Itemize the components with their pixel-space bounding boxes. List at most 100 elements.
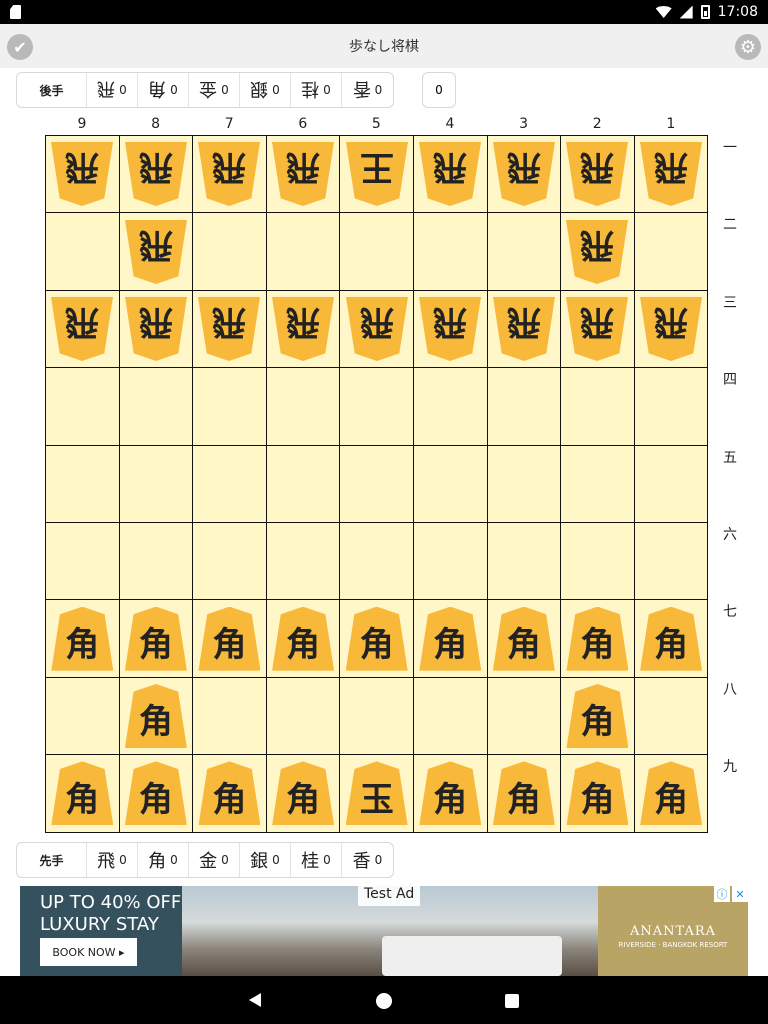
board-square[interactable]: [634, 677, 709, 756]
board-square[interactable]: [487, 523, 562, 601]
board-square[interactable]: 角: [119, 755, 194, 833]
board-square[interactable]: [634, 213, 709, 291]
sente-piece[interactable]: 角: [124, 606, 187, 671]
board-square[interactable]: [46, 445, 120, 523]
sente-piece[interactable]: 角: [345, 606, 408, 671]
gote-piece[interactable]: 飛: [125, 297, 187, 361]
sente-piece[interactable]: 角: [566, 761, 629, 826]
gote-piece[interactable]: 飛: [198, 297, 260, 361]
gear-icon[interactable]: ⚙: [735, 34, 761, 60]
board-square[interactable]: [634, 523, 709, 601]
ad-book-now-button[interactable]: BOOK NOW ▸: [40, 938, 137, 966]
gote-piece[interactable]: 飛: [272, 142, 334, 206]
gote-hand-silver[interactable]: 銀0: [240, 73, 291, 107]
board-square[interactable]: 角: [561, 600, 635, 678]
board-square[interactable]: 角: [46, 600, 120, 678]
sente-piece[interactable]: 玉: [345, 761, 408, 826]
board-square[interactable]: 飛: [266, 136, 341, 214]
board-square[interactable]: 角: [414, 600, 488, 678]
board-square[interactable]: 角: [487, 755, 562, 833]
board-square[interactable]: [487, 445, 562, 523]
board-square[interactable]: [119, 523, 194, 601]
board-square[interactable]: [193, 677, 267, 756]
sente-piece[interactable]: 角: [640, 606, 703, 671]
board-square[interactable]: 飛: [340, 290, 414, 369]
gote-piece[interactable]: 飛: [346, 297, 408, 361]
board-square[interactable]: [634, 368, 709, 446]
board-square[interactable]: [193, 523, 267, 601]
board-square[interactable]: [266, 213, 341, 291]
board-square[interactable]: [266, 445, 341, 523]
board-square[interactable]: 角: [193, 600, 267, 678]
board-square[interactable]: 角: [266, 755, 341, 833]
board-square[interactable]: [561, 445, 635, 523]
board-square[interactable]: [414, 368, 488, 446]
board-square[interactable]: [340, 523, 414, 601]
sente-piece[interactable]: 角: [419, 761, 482, 826]
board-square[interactable]: [193, 445, 267, 523]
gote-piece[interactable]: 飛: [566, 297, 628, 361]
board-square[interactable]: [487, 368, 562, 446]
board-square[interactable]: 飛: [561, 136, 635, 214]
board-square[interactable]: 飛: [119, 136, 194, 214]
board-square[interactable]: 角: [561, 755, 635, 833]
gote-piece[interactable]: 飛: [51, 142, 113, 206]
gote-piece[interactable]: 飛: [125, 220, 187, 284]
sente-piece[interactable]: 角: [566, 606, 629, 671]
board-square[interactable]: [193, 213, 267, 291]
board-square[interactable]: [561, 523, 635, 601]
board-square[interactable]: 飛: [193, 136, 267, 214]
sente-piece[interactable]: 角: [272, 761, 335, 826]
sente-piece[interactable]: 角: [198, 606, 261, 671]
board-square[interactable]: 飛: [119, 290, 194, 369]
board-square[interactable]: [340, 445, 414, 523]
gote-piece[interactable]: 飛: [125, 142, 187, 206]
board-square[interactable]: [193, 368, 267, 446]
board-square[interactable]: 飛: [119, 213, 194, 291]
board-square[interactable]: 飛: [561, 213, 635, 291]
board-square[interactable]: [340, 213, 414, 291]
gote-piece[interactable]: 飛: [640, 297, 702, 361]
gote-piece[interactable]: 飛: [51, 297, 113, 361]
gote-hand-knight[interactable]: 桂0: [291, 73, 342, 107]
board-square[interactable]: [414, 213, 488, 291]
sente-piece[interactable]: 角: [492, 761, 555, 826]
board-square[interactable]: [414, 523, 488, 601]
ad-banner[interactable]: UP TO 40% OFF LUXURY STAY BOOK NOW ▸ Tes…: [20, 886, 748, 976]
board-square[interactable]: [414, 445, 488, 523]
board-square[interactable]: 角: [119, 600, 194, 678]
sente-piece[interactable]: 角: [419, 606, 482, 671]
board-square[interactable]: [119, 368, 194, 446]
board-square[interactable]: [487, 213, 562, 291]
gote-piece[interactable]: 飛: [566, 142, 628, 206]
board-square[interactable]: 角: [414, 755, 488, 833]
board-square[interactable]: 王: [340, 136, 414, 214]
sente-piece[interactable]: 角: [492, 606, 555, 671]
board-square[interactable]: 角: [46, 755, 120, 833]
board-square[interactable]: 飛: [487, 290, 562, 369]
sente-hand-rook[interactable]: 飛0: [87, 843, 138, 877]
gote-piece[interactable]: 飛: [419, 297, 481, 361]
board-square[interactable]: [340, 677, 414, 756]
board-square[interactable]: [266, 368, 341, 446]
gote-piece[interactable]: 飛: [272, 297, 334, 361]
gote-piece[interactable]: 飛: [566, 220, 628, 284]
board-square[interactable]: [46, 523, 120, 601]
sente-hand-gold[interactable]: 金0: [189, 843, 240, 877]
board-square[interactable]: [46, 213, 120, 291]
board-square[interactable]: 飛: [414, 136, 488, 214]
ad-choices[interactable]: ⓘ ✕: [714, 886, 748, 902]
sente-hand-lance[interactable]: 香0: [342, 843, 393, 877]
board-square[interactable]: [46, 677, 120, 756]
board-square[interactable]: 角: [340, 600, 414, 678]
board-square[interactable]: 飛: [561, 290, 635, 369]
sente-piece[interactable]: 角: [51, 606, 114, 671]
sente-hand-bishop[interactable]: 角0: [138, 843, 189, 877]
gote-piece[interactable]: 飛: [493, 297, 555, 361]
gote-piece[interactable]: 飛: [640, 142, 702, 206]
sente-hand-knight[interactable]: 桂0: [291, 843, 342, 877]
board-square[interactable]: [46, 368, 120, 446]
board-square[interactable]: [561, 368, 635, 446]
board-square[interactable]: [634, 445, 709, 523]
board-square[interactable]: 飛: [487, 136, 562, 214]
